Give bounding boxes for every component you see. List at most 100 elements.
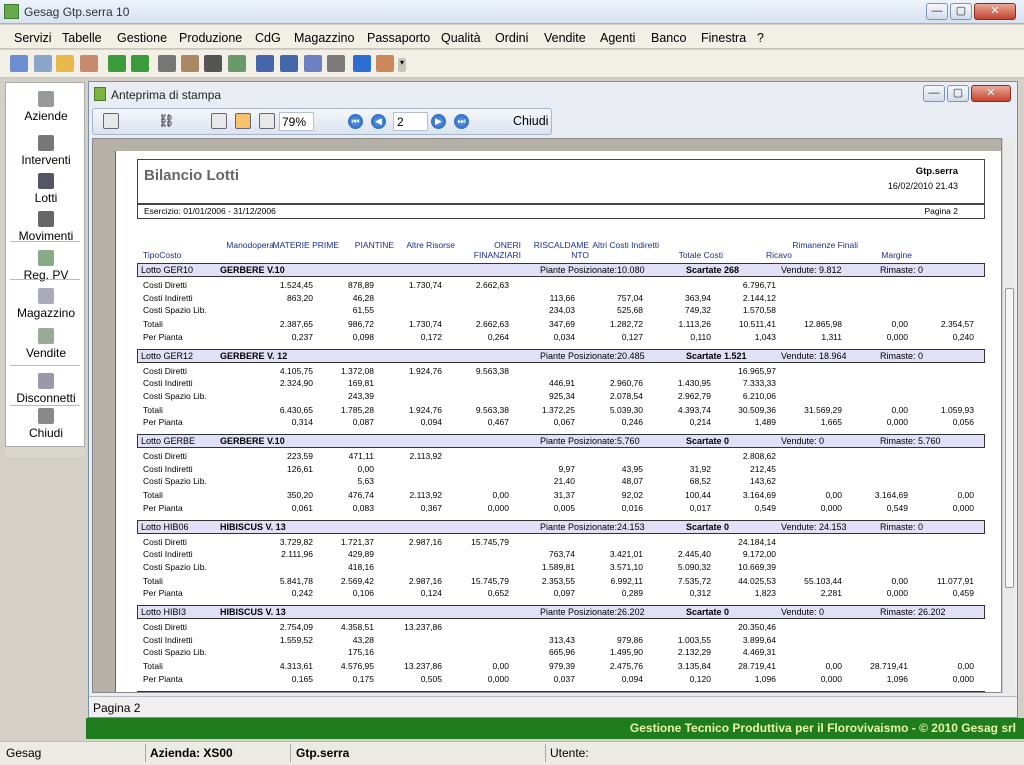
home-icon[interactable] xyxy=(10,55,28,72)
refresh-icon[interactable] xyxy=(228,55,246,72)
preview-maximize-button[interactable]: ▢ xyxy=(947,85,969,102)
sidebar-item-interventi[interactable]: Interventi xyxy=(6,135,86,167)
sidebar-item-magazzino[interactable]: Magazzino xyxy=(6,288,86,320)
gear-box-icon[interactable] xyxy=(204,55,222,72)
status-utente: Utente: xyxy=(550,746,589,760)
last-page-icon[interactable]: ⏭ xyxy=(454,114,469,129)
sidebar-item-aziende[interactable]: Aziende xyxy=(6,91,86,123)
folder-icon[interactable] xyxy=(56,55,74,72)
sidebar-item-vendite[interactable]: Vendite xyxy=(6,328,86,360)
door-icon xyxy=(38,408,54,424)
cell-value: 31.569,29 xyxy=(804,404,842,415)
row-label: Costi Spazio Lib. xyxy=(143,390,207,401)
cell-value: 0,00 xyxy=(891,319,908,330)
cell-value: 0,467 xyxy=(487,417,509,428)
cell-value: 5,63 xyxy=(357,476,374,487)
row-label: Totali xyxy=(143,661,163,672)
window-icon[interactable] xyxy=(34,55,52,72)
scroll-thumb[interactable] xyxy=(1005,288,1014,588)
menu-ordini[interactable]: Ordini xyxy=(495,31,528,45)
column-header: Altri Costi Indiretti xyxy=(592,240,659,250)
lot-vendute: Vendute: 24.153 xyxy=(781,521,847,532)
print-icon[interactable] xyxy=(103,113,119,129)
sidebar-divider xyxy=(10,365,80,366)
cell-value: 0,061 xyxy=(291,502,313,513)
preview-close-button[interactable]: ✕ xyxy=(971,85,1011,102)
first-page-icon[interactable]: ⏮ xyxy=(348,114,363,129)
lot-vendute: Vendute: 0 xyxy=(781,693,824,694)
calendar-icon[interactable] xyxy=(256,55,274,72)
column-header: Totale Costi xyxy=(678,250,723,260)
sidebar-item-regpv[interactable]: Reg. PV xyxy=(6,250,86,282)
cell-value: 0,652 xyxy=(487,588,509,599)
lot-vendute: Vendute: 18.964 xyxy=(781,350,847,361)
footer-banner: Gestione Tecnico Produttiva per il Floro… xyxy=(86,718,1024,739)
cell-value: 3.571,10 xyxy=(609,561,643,572)
cell-value: 878,89 xyxy=(348,280,374,290)
calendar2-icon[interactable] xyxy=(280,55,298,72)
vertical-scrollbar[interactable] xyxy=(1002,138,1015,693)
cell-value: 0,000 xyxy=(820,673,842,684)
menu-qualit[interactable]: Qualità xyxy=(441,31,481,45)
preview-area: Bilancio Lotti Gtp.serra 16/02/2010 21.4… xyxy=(92,138,1002,693)
cell-value: 2.960,76 xyxy=(609,378,643,389)
sidebar-item-movimenti[interactable]: Movimenti xyxy=(6,211,86,243)
puzzle-icon[interactable] xyxy=(158,55,176,72)
cell-value: 100,44 xyxy=(685,490,711,501)
menu-tabelle[interactable]: Tabelle xyxy=(62,31,102,45)
cell-value: 13.237,86 xyxy=(404,622,442,632)
fit-width-icon[interactable] xyxy=(235,113,251,129)
report-icon[interactable] xyxy=(304,55,322,72)
menu-[interactable]: ? xyxy=(757,31,764,45)
menu-produzione[interactable]: Produzione xyxy=(179,31,242,45)
menu-gestione[interactable]: Gestione xyxy=(117,31,167,45)
cell-value: 0,120 xyxy=(689,673,711,684)
sidebar-item-disconnetti[interactable]: Disconnetti xyxy=(6,373,86,405)
cell-value: 1.059,93 xyxy=(940,404,974,415)
cell-value: 0,000 xyxy=(886,417,908,428)
users-icon[interactable] xyxy=(376,55,394,72)
maximize-button[interactable]: ▢ xyxy=(950,3,972,20)
menu-servizi[interactable]: Servizi xyxy=(14,31,52,45)
next-page-icon[interactable]: ▶ xyxy=(431,114,446,129)
sidebar-item-lotti[interactable]: Lotti xyxy=(6,173,86,205)
menu-magazzino[interactable]: Magazzino xyxy=(294,31,354,45)
menu-banco[interactable]: Banco xyxy=(651,31,686,45)
row-label: Per Pianta xyxy=(143,673,183,684)
row-label: Totali xyxy=(143,490,163,501)
close-button[interactable]: ✕ xyxy=(974,3,1016,20)
menu-agenti[interactable]: Agenti xyxy=(600,31,635,45)
note-icon[interactable] xyxy=(181,55,199,72)
cell-value: 0,00 xyxy=(825,490,842,501)
multi-page-icon[interactable] xyxy=(259,113,275,129)
back-icon[interactable] xyxy=(108,55,126,72)
preview-minimize-button[interactable]: — xyxy=(923,85,945,102)
toolbar-overflow-icon[interactable]: ▾ xyxy=(398,58,406,72)
zoom-field[interactable]: 79% xyxy=(279,112,314,131)
single-page-icon[interactable] xyxy=(211,113,227,129)
menu-finestra[interactable]: Finestra xyxy=(701,31,746,45)
cell-value: 0,312 xyxy=(689,588,711,599)
sidebar-item-chiudi[interactable]: Chiudi xyxy=(6,408,86,440)
lot-rimaste: Rimaste: 26.202 xyxy=(880,607,946,617)
cell-value: 1.524,45 xyxy=(279,280,313,290)
menu-passaporto[interactable]: Passaporto xyxy=(367,31,430,45)
cell-value: 4.576,95 xyxy=(340,661,374,672)
find-icon[interactable]: ⛓ xyxy=(158,113,175,129)
cell-value: 0,00 xyxy=(957,490,974,501)
preview-close-label[interactable]: Chiudi xyxy=(513,114,548,128)
import-icon[interactable] xyxy=(327,55,345,72)
info-icon[interactable] xyxy=(353,55,371,72)
menu-cdg[interactable]: CdG xyxy=(255,31,281,45)
cell-value: 0,000 xyxy=(487,502,509,513)
prev-page-icon[interactable]: ◀ xyxy=(371,114,386,129)
cell-value: 5.090,32 xyxy=(677,561,711,572)
menu-vendite[interactable]: Vendite xyxy=(544,31,586,45)
forward-icon[interactable] xyxy=(131,55,149,72)
tag-icon[interactable] xyxy=(80,55,98,72)
page-number-input[interactable]: 2 xyxy=(393,112,428,131)
row-label: Per Pianta xyxy=(143,417,183,428)
minimize-button[interactable]: — xyxy=(926,3,948,20)
title-bar: Gesag Gtp.serra 10 — ▢ ✕ xyxy=(0,0,1024,24)
cell-value: 2.445,40 xyxy=(677,549,711,560)
